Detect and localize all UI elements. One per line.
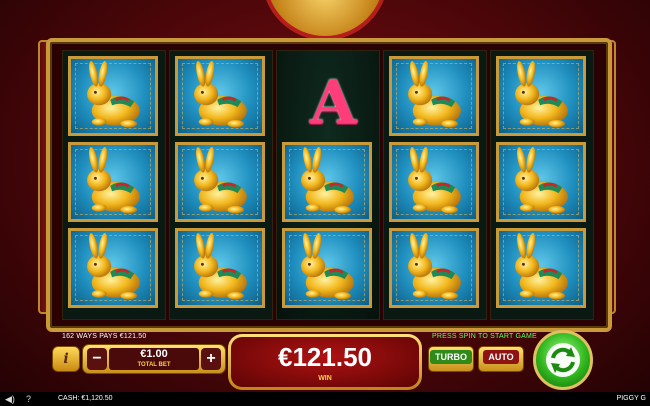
turbo-button[interactable]: TURBO: [428, 346, 474, 372]
auto-label: AUTO: [483, 350, 519, 364]
letter-a-symbol: A: [310, 68, 357, 138]
total-bet-label: TOTAL BET: [137, 362, 171, 368]
gold-rabbit-icon: [515, 61, 568, 128]
cash-balance: CASH: €1,120.50: [58, 395, 113, 402]
footer-bar: ◀) ? CASH: €1,120.50 PIGGY G: [0, 392, 650, 406]
win-amount: €121.50: [278, 342, 372, 372]
gold-rabbit-icon: [87, 61, 140, 128]
auto-button[interactable]: AUTO: [478, 346, 524, 372]
gold-rabbit-icon: [301, 147, 354, 214]
info-button[interactable]: i: [52, 346, 80, 372]
gold-rabbit-icon: [87, 147, 140, 214]
gold-rabbit-icon: [87, 233, 140, 300]
reel-symbol-rabbit: [389, 228, 479, 308]
gold-rabbit-icon: [408, 147, 461, 214]
bet-decrease-button[interactable]: −: [87, 348, 107, 370]
gold-rabbit-icon: [194, 61, 247, 128]
gold-rabbit-icon: [408, 61, 461, 128]
reel-symbol-rabbit: [496, 142, 586, 222]
win-panel: €121.50 WIN: [228, 334, 422, 390]
reel-symbol-rabbit: [282, 142, 372, 222]
gold-rabbit-icon: [515, 233, 568, 300]
question-icon[interactable]: ?: [26, 394, 31, 404]
reels-area: A: [62, 50, 594, 320]
spin-button[interactable]: [533, 330, 593, 390]
reel-symbol-rabbit: [175, 56, 265, 136]
reel-symbol-letter-a: A: [282, 56, 372, 138]
reel-symbol-rabbit: [496, 56, 586, 136]
reel-symbol-rabbit: [282, 228, 372, 308]
win-label: WIN: [318, 375, 332, 382]
gold-rabbit-icon: [194, 233, 247, 300]
reel-symbol-rabbit: [68, 56, 158, 136]
reel-symbol-rabbit: [68, 142, 158, 222]
total-bet-value: €1.00: [140, 348, 168, 360]
reel-symbol-rabbit: [389, 142, 479, 222]
bet-panel: − €1.00 TOTAL BET +: [82, 344, 226, 374]
turbo-label: TURBO: [430, 350, 472, 364]
reel-symbol-rabbit: [175, 228, 265, 308]
gold-rabbit-icon: [515, 147, 568, 214]
reel-symbol-rabbit: [389, 56, 479, 136]
spin-arrows-icon: [546, 343, 580, 377]
reel-symbol-rabbit: [68, 228, 158, 308]
bet-increase-button[interactable]: +: [201, 348, 221, 370]
gold-rabbit-icon: [408, 233, 461, 300]
gold-rabbit-icon: [194, 147, 247, 214]
speaker-icon[interactable]: ◀): [5, 394, 15, 405]
reel-symbol-rabbit: [496, 228, 586, 308]
game-name: PIGGY G: [616, 395, 646, 402]
bet-display: €1.00 TOTAL BET: [109, 348, 199, 370]
ways-pays-text: 162 WAYS PAYS €121.50: [62, 333, 147, 340]
reel-symbol-rabbit: [175, 142, 265, 222]
gold-rabbit-icon: [301, 233, 354, 300]
press-spin-text: PRESS SPIN TO START GAME: [432, 333, 537, 340]
